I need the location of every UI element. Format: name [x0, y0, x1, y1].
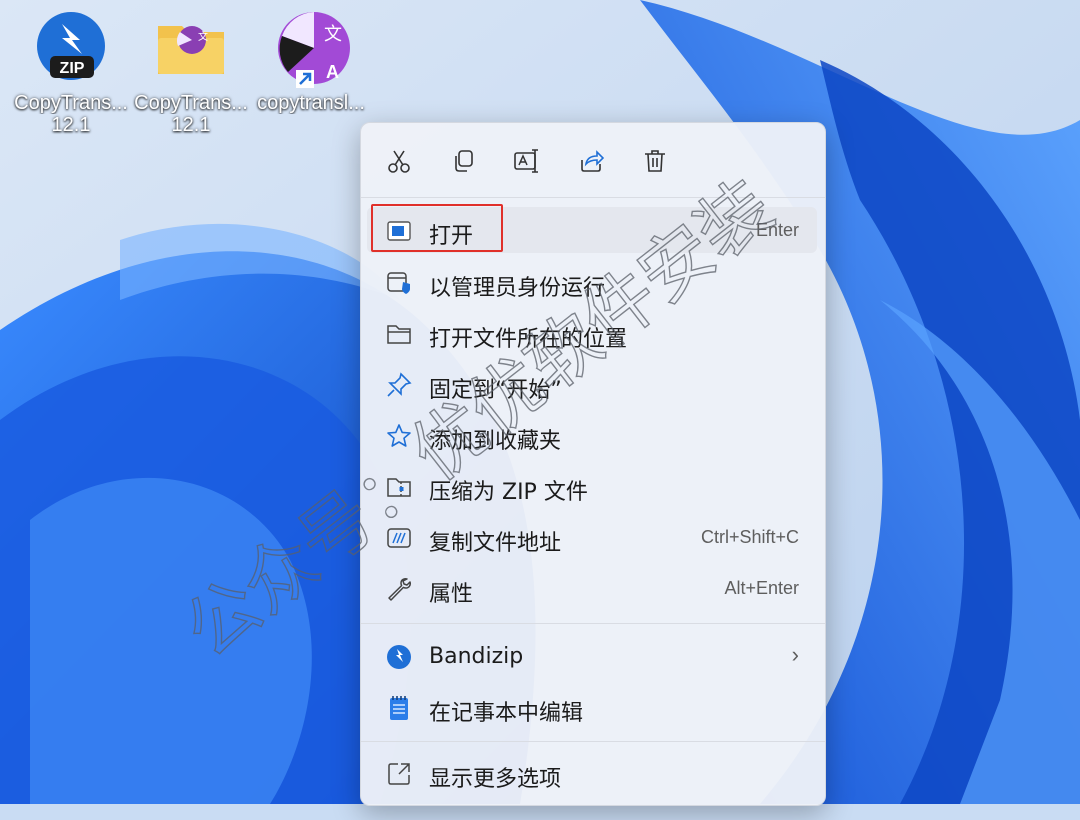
menu-item-label: Bandizip [429, 644, 524, 669]
wrench-icon [385, 575, 413, 603]
folder-icon [385, 320, 413, 348]
share-button[interactable] [571, 141, 611, 181]
menu-item-edit-in-notepad[interactable]: 在记事本中编辑 [367, 684, 817, 730]
share-icon [581, 150, 604, 172]
menu-item-add-to-favorites[interactable]: 添加到收藏夹 [367, 412, 817, 458]
cut-icon [388, 150, 410, 173]
menu-item-label: 打开 [429, 224, 474, 249]
menu-item-label: 添加到收藏夹 [429, 429, 562, 454]
delete-button[interactable] [635, 141, 675, 181]
menu-item-label: 以管理员身份运行 [429, 276, 606, 301]
cut-button[interactable] [379, 141, 419, 181]
menu-item-properties[interactable]: 属性 Alt+Enter [367, 565, 817, 611]
copy-icon [455, 150, 473, 172]
desktop-icon-copytrans-folder[interactable]: 文 CopyTrans... 12.1 [132, 10, 250, 136]
bandizip-archive-icon: ZIP [32, 10, 110, 88]
copytranslator-app-icon: 文 A [272, 10, 350, 88]
menu-item-label: 压缩为 ZIP 文件 [429, 480, 588, 505]
desktop-icon-sublabel: 12.1 [51, 114, 91, 136]
menu-separator [361, 197, 825, 198]
quick-action-bar [361, 141, 825, 181]
more-options-icon [385, 760, 413, 788]
menu-item-label: 显示更多选项 [429, 767, 562, 792]
app-translate-glyph: 文 [324, 24, 342, 45]
desktop-icon-copytrans-zip[interactable]: ZIP CopyTrans... 12.1 [12, 10, 130, 136]
desktop-icon-label: CopyTrans... [134, 92, 248, 114]
menu-item-open[interactable]: 打开 Enter [367, 204, 817, 253]
app-letter-a: A [326, 62, 339, 82]
copy-button[interactable] [443, 141, 483, 181]
menu-item-compress-zip[interactable]: 压缩为 ZIP 文件 [367, 463, 817, 509]
desktop-icon-label: CopyTrans... [14, 92, 128, 114]
bandizip-icon [385, 643, 413, 671]
zip-folder-icon [385, 473, 413, 501]
star-icon [385, 422, 413, 450]
zip-badge-text: ZIP [60, 60, 85, 77]
copy-path-icon [385, 524, 413, 552]
rename-icon [514, 149, 538, 173]
menu-item-open-file-location[interactable]: 打开文件所在的位置 [367, 310, 817, 356]
menu-item-shortcut: Alt+Enter [724, 578, 799, 598]
admin-shield-icon [385, 269, 413, 297]
menu-item-label: 打开文件所在的位置 [429, 327, 628, 352]
delete-icon [645, 150, 665, 172]
menu-item-copy-as-path[interactable]: 复制文件地址 Ctrl+Shift+C [367, 514, 817, 560]
desktop-icon-sublabel: 12.1 [171, 114, 211, 136]
rename-button[interactable] [507, 141, 547, 181]
menu-item-shortcut: Enter [755, 220, 799, 240]
menu-item-pin-to-start[interactable]: 固定到“开始” [367, 361, 817, 407]
context-menu: 打开 Enter 以管理员身份运行 打开文件所在的位置 固定到“开始” 添加到收… [360, 122, 826, 806]
menu-item-label: 固定到“开始” [429, 378, 562, 403]
submenu-chevron-icon: › [791, 642, 799, 667]
folder-icon: 文 [152, 10, 230, 88]
open-app-icon [385, 217, 413, 245]
menu-separator [361, 623, 825, 624]
menu-item-run-as-admin[interactable]: 以管理员身份运行 [367, 259, 817, 305]
desktop-icon-copytranslator-shortcut[interactable]: 文 A copytransl... [252, 10, 370, 114]
menu-item-shortcut: Ctrl+Shift+C [700, 527, 799, 547]
menu-item-label: 属性 [429, 582, 474, 607]
pin-icon [385, 371, 413, 399]
desktop-icon-label: copytransl... [257, 92, 365, 114]
menu-item-show-more-options[interactable]: 显示更多选项 [367, 750, 817, 796]
folder-translate-glyph: 文 [198, 30, 208, 43]
menu-item-label: 在记事本中编辑 [429, 701, 584, 726]
notepad-icon [385, 694, 413, 722]
menu-item-bandizip[interactable]: Bandizip › [367, 633, 817, 679]
menu-item-label: 复制文件地址 [429, 531, 562, 556]
menu-separator [361, 741, 825, 742]
